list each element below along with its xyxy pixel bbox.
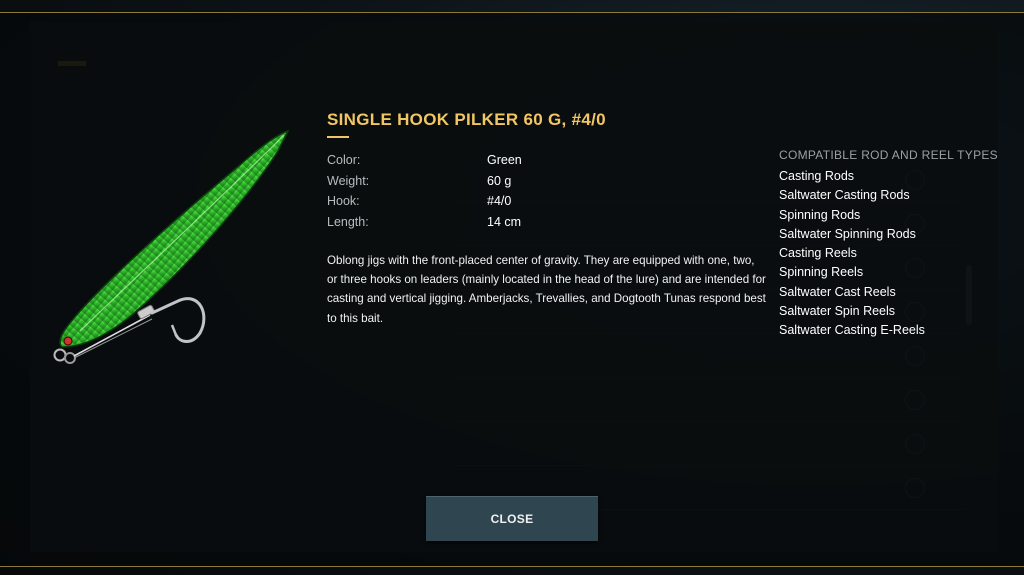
- green-pilker-lure-image: [53, 129, 290, 364]
- spec-value: 60 g: [487, 173, 512, 188]
- close-button[interactable]: CLOSE: [426, 496, 598, 541]
- spec-row-weight: Weight: 60 g: [327, 171, 522, 192]
- title-underline: [327, 136, 349, 138]
- compatible-heading: COMPATIBLE ROD AND REEL TYPES: [779, 148, 998, 162]
- top-accent-line: [0, 12, 1024, 13]
- spec-label: Hook:: [327, 194, 360, 209]
- spec-label: Weight:: [327, 173, 370, 188]
- compatible-item: Casting Reels: [779, 246, 857, 261]
- spec-value: 14 cm: [487, 214, 522, 229]
- compatible-item: Casting Rods: [779, 169, 855, 183]
- spec-row-color: Color: Green: [327, 150, 522, 171]
- item-description: Oblong jigs with the front-placed center…: [327, 254, 766, 325]
- compatible-item: Saltwater Casting Rods: [779, 188, 910, 203]
- item-title: SINGLE HOOK PILKER 60 G, #4/0: [327, 110, 606, 129]
- compatible-item: Spinning Rods: [779, 207, 861, 222]
- spec-label: Color:: [327, 153, 361, 168]
- compatible-item: Saltwater Spinning Rods: [779, 226, 916, 241]
- spec-value: Green: [487, 153, 522, 168]
- bottom-accent-line: [0, 566, 1024, 567]
- compatible-item: Spinning Reels: [779, 265, 864, 280]
- compatible-types-panel: COMPATIBLE ROD AND REEL TYPES Casting Ro…: [779, 148, 998, 341]
- spec-label: Length:: [327, 214, 369, 229]
- spec-value: #4/0: [487, 194, 512, 209]
- spec-table: Color: Green Weight: 60 g Hook: #4/0 Len…: [327, 150, 522, 232]
- spec-row-length: Length: 14 cm: [327, 212, 522, 233]
- compatible-item: Saltwater Casting E-Reels: [779, 323, 925, 338]
- compatible-item: Saltwater Spin Reels: [779, 304, 896, 319]
- spec-row-hook: Hook: #4/0: [327, 191, 522, 212]
- compatible-item: Saltwater Cast Reels: [779, 284, 896, 299]
